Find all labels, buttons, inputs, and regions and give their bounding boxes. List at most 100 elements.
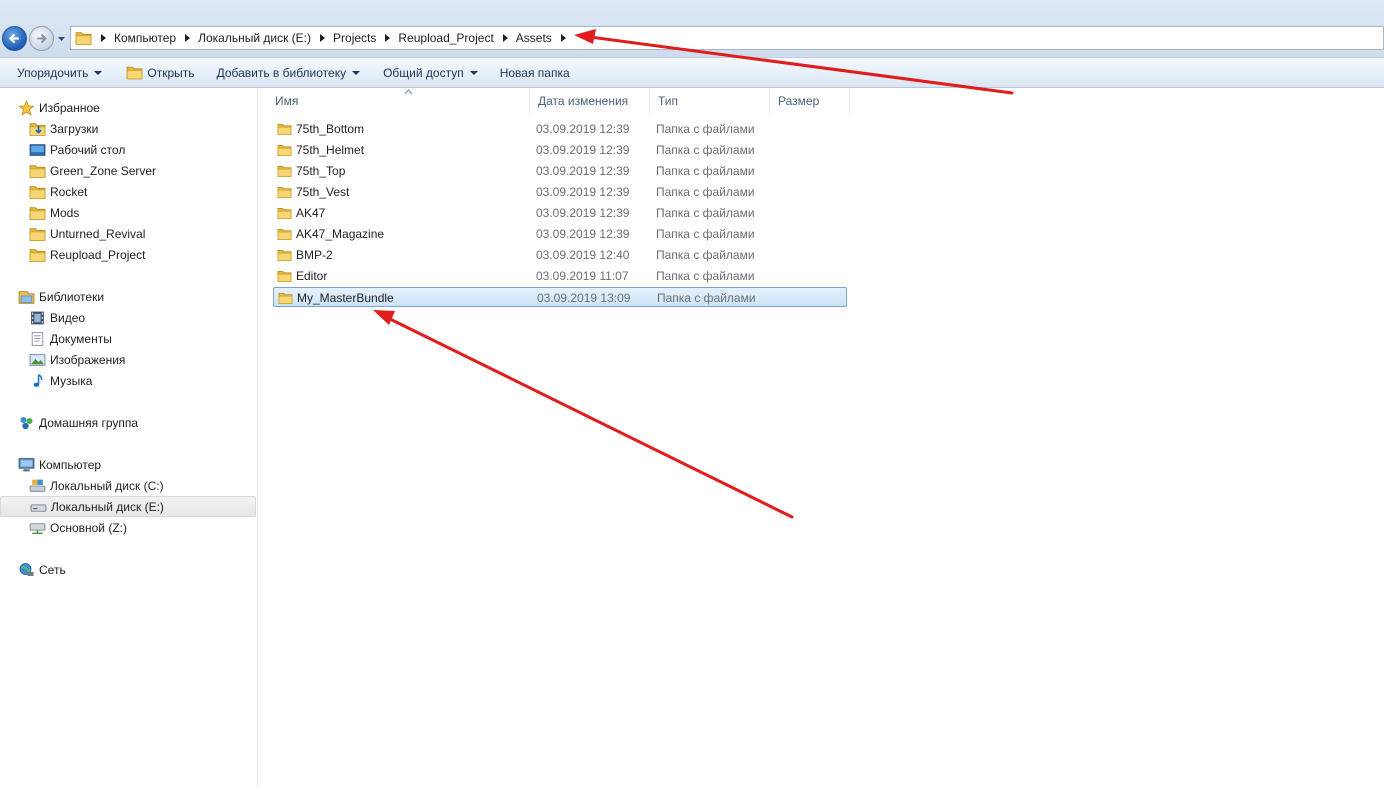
- column-header-name[interactable]: Имя: [267, 88, 530, 113]
- breadcrumb-assets[interactable]: Assets: [516, 31, 552, 45]
- file-row[interactable]: 75th_Bottom 03.09.2019 12:39 Папка с фай…: [273, 119, 847, 139]
- file-type: Папка с файлами: [656, 185, 755, 199]
- file-row[interactable]: BMP-2 03.09.2019 12:40 Папка с файлами: [273, 245, 847, 265]
- folder-icon: [75, 30, 92, 46]
- new-folder-label: Новая папка: [499, 65, 570, 80]
- file-row-selected[interactable]: My_MasterBundle 03.09.2019 13:09 Папка с…: [273, 287, 847, 307]
- forward-button[interactable]: [29, 26, 54, 51]
- file-row[interactable]: 75th_Vest 03.09.2019 12:39 Папка с файла…: [273, 182, 847, 202]
- file-row[interactable]: Editor 03.09.2019 11:07 Папка с файлами: [273, 266, 847, 286]
- breadcrumb-computer[interactable]: Компьютер: [114, 31, 176, 45]
- sidebar-item-reupload-project[interactable]: Reupload_Project: [0, 244, 256, 265]
- sidebar-group-homegroup[interactable]: Домашняя группа: [0, 412, 256, 433]
- column-header-label: Имя: [275, 93, 299, 108]
- sidebar-group-network[interactable]: Сеть: [0, 559, 256, 580]
- file-date: 03.09.2019 12:40: [536, 248, 630, 262]
- folder-icon: [29, 226, 46, 242]
- sidebar-item-label: Reupload_Project: [50, 247, 146, 262]
- file-date: 03.09.2019 12:39: [536, 185, 630, 199]
- column-header-label: Дата изменения: [538, 93, 629, 108]
- file-type: Папка с файлами: [656, 269, 755, 283]
- file-row[interactable]: AK47_Magazine 03.09.2019 12:39 Папка с ф…: [273, 224, 847, 244]
- sidebar-item-label: Mods: [50, 205, 80, 220]
- folder-icon: [29, 205, 46, 221]
- sidebar-item-drive-e[interactable]: Локальный диск (E:): [0, 496, 256, 517]
- organize-label: Упорядочить: [17, 65, 89, 80]
- breadcrumb-reupload-project[interactable]: Reupload_Project: [398, 31, 493, 45]
- breadcrumb-separator-icon[interactable]: [385, 34, 391, 42]
- file-name: AK47_Magazine: [296, 227, 385, 241]
- sidebar-group-label: Библиотеки: [39, 289, 105, 304]
- sidebar-item-rocket[interactable]: Rocket: [0, 181, 256, 202]
- address-bar: Компьютер Локальный диск (E:) Projects R…: [0, 0, 1384, 57]
- sidebar-item-green-zone-server[interactable]: Green_Zone Server: [0, 160, 256, 181]
- column-header-type[interactable]: Тип: [650, 88, 770, 113]
- sidebar-item-music[interactable]: Музыка: [0, 370, 256, 391]
- navigation-pane: Избранное Загрузки Рабочий стол Green_Zo…: [0, 88, 258, 788]
- sidebar-item-label: Видео: [50, 310, 86, 325]
- column-header-size[interactable]: Размер: [770, 88, 850, 113]
- breadcrumb-projects[interactable]: Projects: [333, 31, 376, 45]
- sidebar-item-desktop[interactable]: Рабочий стол: [0, 139, 256, 160]
- file-type: Папка с файлами: [656, 206, 755, 220]
- breadcrumb-drive-e[interactable]: Локальный диск (E:): [198, 31, 311, 45]
- forward-arrow-icon: [37, 34, 47, 43]
- recent-pages-chevron-down-icon[interactable]: [57, 35, 66, 43]
- sidebar-item-unturned-revival[interactable]: Unturned_Revival: [0, 223, 256, 244]
- image-icon: [29, 353, 46, 366]
- file-type: Папка с файлами: [656, 122, 755, 136]
- film-icon: [31, 311, 44, 324]
- breadcrumb-separator-icon[interactable]: [101, 34, 106, 42]
- breadcrumb-separator-icon[interactable]: [185, 34, 191, 42]
- sort-ascending-icon: [404, 89, 413, 95]
- sidebar-item-label: Unturned_Revival: [50, 226, 146, 241]
- file-list: Имя Дата изменения Тип Размер 75th_Botto…: [259, 88, 1384, 788]
- back-button[interactable]: [2, 26, 27, 51]
- organize-button[interactable]: Упорядочить: [9, 61, 110, 85]
- breadcrumb-separator-icon[interactable]: [502, 34, 508, 42]
- file-row[interactable]: 75th_Top 03.09.2019 12:39 Папка с файлам…: [273, 161, 847, 181]
- desktop-icon: [29, 143, 46, 156]
- file-name: Editor: [296, 269, 328, 283]
- folder-icon: [29, 163, 46, 179]
- file-date: 03.09.2019 12:39: [536, 164, 630, 178]
- back-arrow-icon: [8, 33, 20, 44]
- sidebar-item-label: Основной (Z:): [50, 520, 128, 535]
- sidebar-item-label: Рабочий стол: [50, 142, 126, 157]
- add-to-library-button[interactable]: Добавить в библиотеку: [209, 61, 369, 85]
- share-button[interactable]: Общий доступ: [375, 61, 486, 85]
- sidebar-item-drive-z[interactable]: Основной (Z:): [0, 517, 256, 538]
- sidebar-item-video[interactable]: Видео: [0, 307, 256, 328]
- sidebar-item-mods[interactable]: Mods: [0, 202, 256, 223]
- column-header-date[interactable]: Дата изменения: [530, 88, 650, 113]
- file-row[interactable]: AK47 03.09.2019 12:39 Папка с файлами: [273, 203, 847, 223]
- sidebar-item-label: Локальный диск (C:): [50, 478, 164, 493]
- chevron-down-icon: [352, 70, 361, 75]
- folder-icon: [29, 184, 46, 200]
- file-date: 03.09.2019 12:39: [536, 227, 630, 241]
- downloads-folder-icon: [29, 121, 46, 137]
- sidebar-item-pictures[interactable]: Изображения: [0, 349, 256, 370]
- file-date: 03.09.2019 13:09: [537, 291, 631, 305]
- chevron-down-icon: [469, 70, 478, 75]
- sidebar-group-label: Домашняя группа: [39, 415, 139, 430]
- file-type: Папка с файлами: [656, 248, 755, 262]
- sidebar-group-libraries[interactable]: Библиотеки: [0, 286, 256, 307]
- breadcrumb-separator-icon[interactable]: [560, 34, 566, 42]
- breadcrumb-separator-icon[interactable]: [320, 34, 326, 42]
- sidebar-item-downloads[interactable]: Загрузки: [0, 118, 256, 139]
- file-type: Папка с файлами: [657, 291, 756, 305]
- hard-drive-icon: [30, 503, 47, 512]
- sidebar-item-drive-c[interactable]: Локальный диск (C:): [0, 475, 256, 496]
- sidebar-group-label: Избранное: [39, 100, 100, 115]
- file-row[interactable]: 75th_Helmet 03.09.2019 12:39 Папка с фай…: [273, 140, 847, 160]
- folder-icon: [29, 247, 46, 263]
- sidebar-group-computer[interactable]: Компьютер: [0, 454, 256, 475]
- sidebar-group-favorites[interactable]: Избранное: [0, 97, 256, 118]
- new-folder-button[interactable]: Новая папка: [492, 61, 578, 85]
- address-field[interactable]: Компьютер Локальный диск (E:) Projects R…: [70, 26, 1384, 50]
- open-button[interactable]: Открыть: [118, 61, 202, 85]
- sidebar-item-documents[interactable]: Документы: [0, 328, 256, 349]
- open-folder-icon: [126, 65, 143, 80]
- folder-icon: [277, 206, 292, 220]
